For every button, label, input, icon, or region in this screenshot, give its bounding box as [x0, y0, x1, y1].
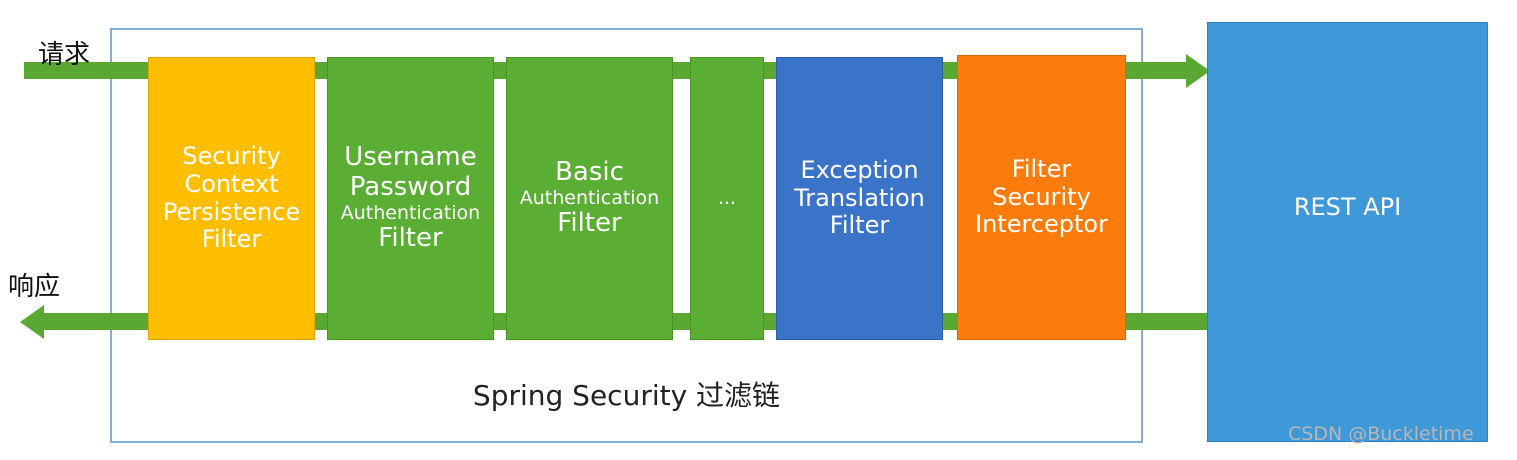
filter-line: Filter	[201, 225, 262, 254]
filter-line: Security	[182, 142, 281, 171]
response-arrow-head	[20, 305, 44, 339]
basic-authentication-filter: Basic Authentication Filter	[506, 57, 673, 340]
filter-line: Authentication	[519, 186, 660, 209]
filter-line: Basic	[555, 156, 624, 187]
filter-line: Interceptor	[975, 210, 1108, 239]
watermark-text: CSDN @Buckletime	[1288, 423, 1474, 445]
username-password-authentication-filter: Username Password Authentication Filter	[327, 57, 494, 340]
filter-line: Filter	[378, 223, 443, 254]
filter-line: Filter	[557, 208, 622, 239]
filter-line: ...	[717, 186, 737, 209]
filter-line: Authentication	[340, 201, 481, 224]
filter-line: Exception	[800, 156, 919, 185]
request-label: 请求	[38, 40, 91, 70]
filter-chain-caption: Spring Security 过滤链	[472, 379, 781, 412]
filter-line: Filter	[829, 211, 890, 240]
exception-translation-filter: Exception Translation Filter	[776, 57, 943, 340]
filter-line: Translation	[794, 183, 925, 212]
security-context-persistence-filter: Security Context Persistence Filter	[148, 57, 315, 340]
filter-security-interceptor: Filter Security Interceptor	[957, 55, 1126, 340]
ellipsis-filter: ...	[690, 57, 764, 340]
filter-line: Persistence	[162, 197, 301, 226]
response-label: 响应	[8, 272, 61, 302]
filter-line: Security	[992, 182, 1091, 211]
filter-line: Password	[349, 171, 472, 202]
filter-line: Username	[344, 141, 477, 172]
rest-api-box: REST API	[1207, 22, 1488, 442]
filter-line: Context	[184, 169, 279, 198]
rest-api-label: REST API	[1293, 193, 1402, 221]
filter-line: Filter	[1011, 155, 1072, 184]
